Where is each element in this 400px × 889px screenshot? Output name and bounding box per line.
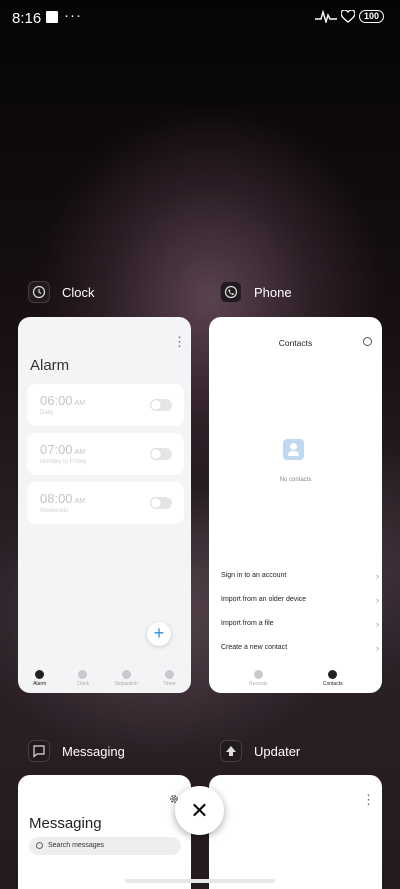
signal-pulse-icon — [314, 9, 337, 23]
chevron-right-icon: › — [376, 595, 379, 605]
more-options-icon[interactable]: ⋮ — [362, 793, 375, 806]
option-sign-in[interactable]: Sign in to an account › — [221, 571, 379, 581]
more-options-icon[interactable]: ⋮ — [173, 335, 186, 348]
alarm-repeat-label: Weekends — [40, 508, 69, 514]
nav-label: Stopwatch — [114, 680, 138, 687]
nav-label: Recents — [249, 680, 268, 687]
alarm-title: Alarm — [30, 357, 70, 374]
nav-item-stopwatch[interactable]: Stopwatch — [106, 669, 146, 687]
status-icons: 100 — [314, 9, 384, 23]
nav-item-recents[interactable]: Recents — [238, 669, 278, 687]
option-import-older-device[interactable]: Import from an older device › — [221, 595, 379, 605]
clock-app-icon[interactable] — [28, 281, 50, 303]
search-placeholder: Search messages — [48, 842, 105, 849]
updater-app-card[interactable]: ⋮ — [209, 775, 382, 889]
messaging-title: Messaging — [29, 815, 102, 832]
status-bar: 8:16 ··· 100 — [0, 0, 400, 36]
add-alarm-button[interactable]: + — [147, 622, 171, 646]
empty-state-text: No contacts — [279, 477, 312, 483]
updater-app-icon[interactable] — [220, 740, 242, 762]
nav-item-clock[interactable]: Clock — [63, 669, 103, 687]
search-icon — [36, 842, 43, 849]
alarm-time: 08:00 AM — [40, 491, 86, 506]
contacts-title: Contacts — [278, 338, 313, 348]
app-header-messaging[interactable]: Messaging — [28, 740, 125, 762]
alarm-time: 07:00 AM — [40, 442, 86, 457]
alarm-toggle[interactable] — [150, 448, 172, 460]
alarm-repeat-label: Daily — [40, 410, 54, 416]
contact-placeholder-icon — [283, 439, 304, 460]
nav-item-alarm[interactable]: Alarm — [20, 669, 60, 687]
gear-icon[interactable] — [363, 337, 372, 346]
app-name-phone: Phone — [254, 284, 292, 300]
status-time: 8:16 — [12, 10, 42, 27]
option-import-file[interactable]: Import from a file › — [221, 619, 379, 629]
phone-icon — [253, 669, 263, 679]
nav-label: Alarm — [33, 680, 47, 687]
alarm-time: 06:00 AM — [40, 393, 86, 408]
more-notifications-icon: ··· — [64, 7, 82, 24]
app-header-phone[interactable]: Phone — [220, 281, 292, 303]
phone-app-icon[interactable] — [220, 281, 242, 303]
messaging-app-card[interactable]: Messaging Search messages — [18, 775, 191, 889]
nav-label: Contacts — [322, 680, 343, 687]
nav-label: Timer — [163, 680, 176, 687]
person-icon — [328, 669, 338, 679]
messaging-app-icon[interactable] — [28, 740, 50, 762]
alarm-repeat-label: Monday to Friday — [40, 459, 87, 465]
alarm-toggle[interactable] — [150, 497, 172, 509]
home-indicator[interactable] — [125, 879, 275, 883]
nav-item-contacts[interactable]: Contacts — [313, 669, 353, 687]
app-header-updater[interactable]: Updater — [220, 740, 300, 762]
nav-item-timer[interactable]: Timer — [149, 669, 189, 687]
app-name-messaging: Messaging — [62, 743, 125, 759]
app-name-clock: Clock — [62, 284, 95, 300]
battery-indicator: 100 — [358, 9, 384, 23]
app-header-clock[interactable]: Clock — [28, 281, 95, 303]
chevron-right-icon: › — [376, 643, 379, 653]
phone-app-card[interactable]: Contacts No contacts Sign in to an accou… — [209, 317, 382, 693]
heart-icon — [340, 9, 355, 23]
clock-bottom-nav: Alarm Clock Stopwatch Timer — [18, 663, 191, 693]
alarm-item[interactable]: 06:00 AM Daily — [27, 384, 184, 426]
clock-app-card[interactable]: ⋮ Alarm 06:00 AM Daily 07:00 AM Monday to … — [18, 317, 191, 693]
chevron-right-icon: › — [376, 619, 379, 629]
app-name-updater: Updater — [254, 743, 301, 759]
alarm-item[interactable]: 08:00 AM Weekends — [27, 482, 184, 524]
hourglass-icon — [164, 669, 174, 679]
alarm-icon — [35, 669, 45, 679]
option-create-contact[interactable]: Create a new contact › — [221, 643, 379, 653]
alarm-toggle[interactable] — [150, 399, 172, 411]
chevron-right-icon: › — [376, 571, 379, 581]
close-all-apps-button[interactable]: ✕ — [175, 786, 224, 835]
clock-icon — [78, 669, 88, 679]
notification-icon — [46, 11, 58, 23]
phone-bottom-nav: Recents Contacts — [209, 663, 382, 693]
stopwatch-icon — [121, 669, 131, 679]
alarm-item[interactable]: 07:00 AM Monday to Friday — [27, 433, 184, 475]
nav-label: Clock — [76, 680, 90, 687]
search-messages-input[interactable]: Search messages — [29, 837, 181, 855]
